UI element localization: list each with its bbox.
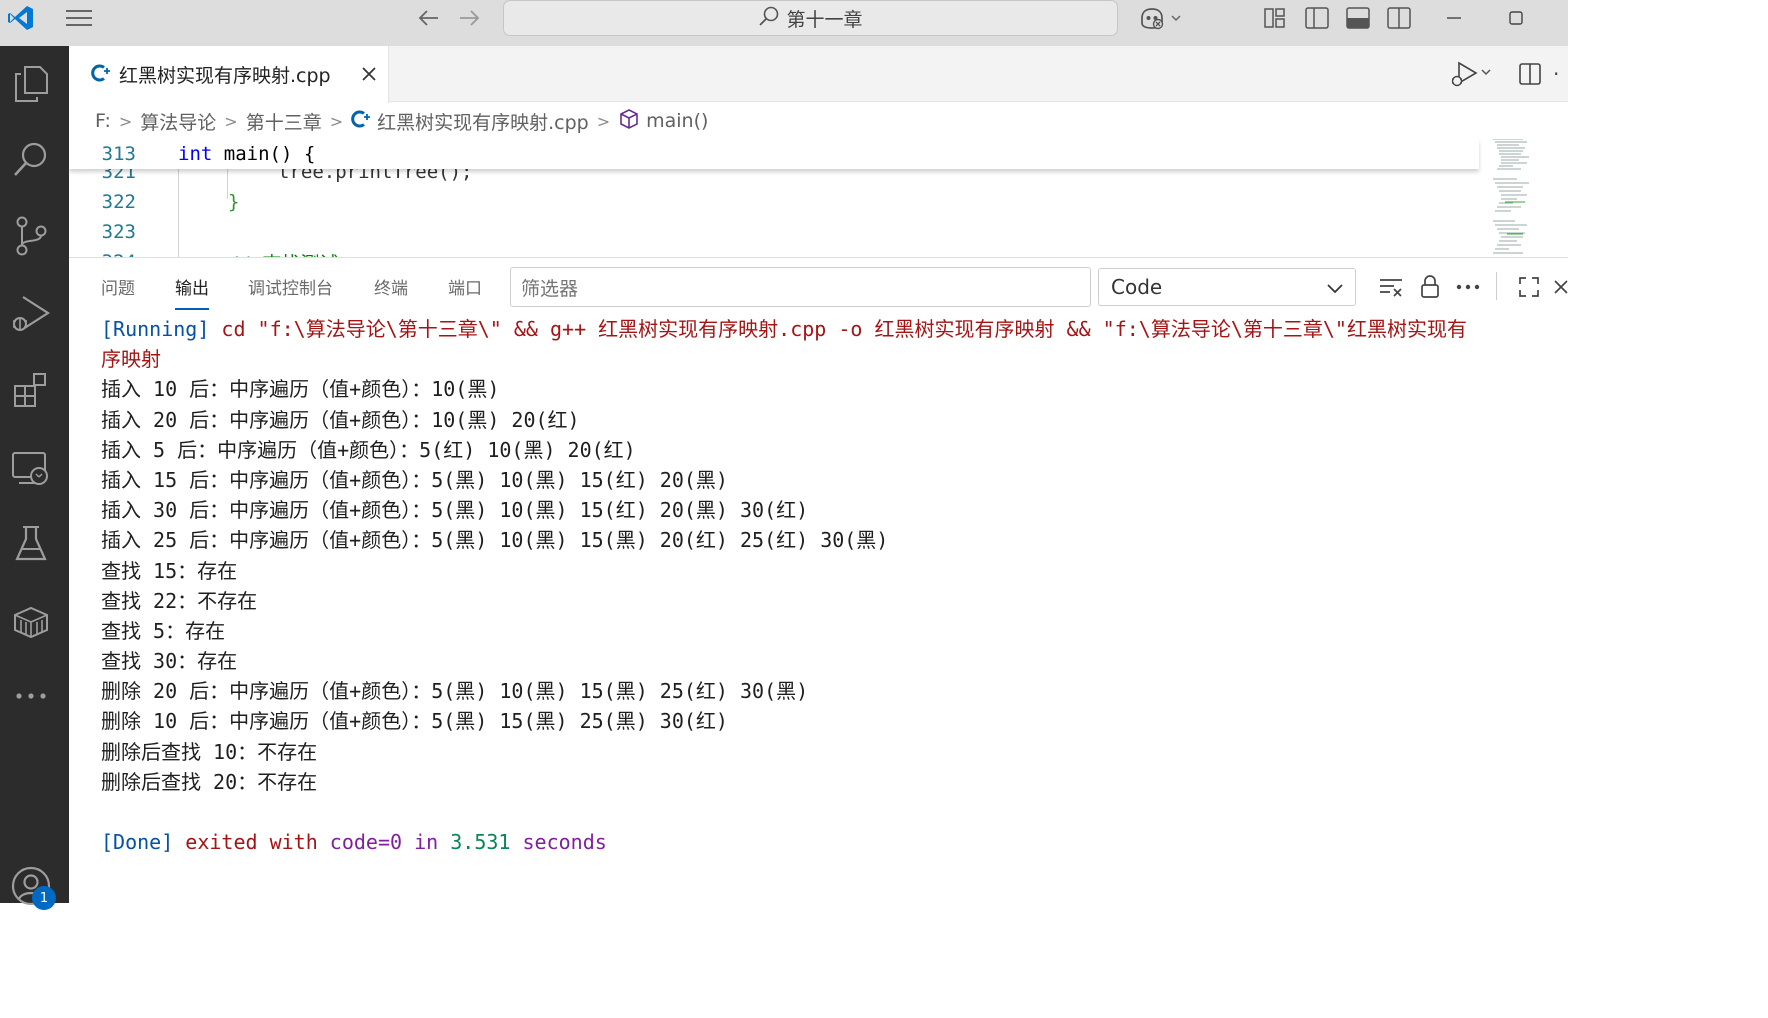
code-text: int main() { bbox=[178, 143, 316, 165]
minimap[interactable] bbox=[1483, 139, 1563, 257]
forward-arrow-icon[interactable] bbox=[454, 0, 486, 36]
activity-bar bbox=[0, 46, 69, 906]
cube-icon bbox=[618, 108, 640, 135]
chevron-right-icon: > bbox=[596, 111, 611, 131]
remote-explorer-icon[interactable] bbox=[0, 440, 62, 496]
tab-problems[interactable]: 问题 bbox=[101, 274, 135, 304]
output-line: 查找 5：存在 bbox=[101, 618, 226, 643]
menu-icon[interactable] bbox=[60, 0, 98, 36]
output-line-running-wrap: 序映射 bbox=[101, 347, 161, 372]
back-arrow-icon[interactable] bbox=[412, 0, 444, 36]
sticky-scroll-line[interactable]: 313 int main() { bbox=[69, 139, 1479, 169]
close-icon[interactable] bbox=[355, 60, 383, 88]
split-editor-icon[interactable] bbox=[1513, 56, 1547, 92]
extensions-icon[interactable] bbox=[0, 362, 62, 418]
more-actions-icon[interactable] bbox=[1453, 272, 1483, 302]
output-line: 插入 30 后：中序遍历（值+颜色）：5(黑) 10(黑) 15(红) 20(黑… bbox=[101, 498, 809, 523]
explorer-icon[interactable] bbox=[0, 56, 62, 112]
customize-layout-icon[interactable] bbox=[1258, 0, 1292, 36]
code-line: 322 } bbox=[101, 191, 240, 213]
clear-output-icon[interactable] bbox=[1376, 272, 1406, 302]
more-views-icon[interactable] bbox=[0, 668, 62, 724]
code-editor[interactable]: 313 int main() { 321 tree.printTree(); 3… bbox=[69, 139, 1568, 257]
toggle-panel-icon[interactable] bbox=[1341, 0, 1375, 36]
breadcrumb-drive[interactable]: F: bbox=[95, 110, 111, 132]
tab-ports[interactable]: 端口 bbox=[448, 274, 482, 304]
output-line: 插入 20 后：中序遍历（值+颜色）：10(黑) 20(红) bbox=[101, 407, 580, 432]
breadcrumb-folder[interactable]: 算法导论 bbox=[140, 108, 216, 135]
output-line: 删除后查找 20：不存在 bbox=[101, 769, 318, 794]
chevron-down-icon bbox=[1325, 278, 1345, 303]
line-number: 313 bbox=[101, 143, 136, 165]
copilot-icon[interactable] bbox=[1136, 0, 1186, 36]
output-line: 查找 15：存在 bbox=[101, 558, 238, 583]
code-line: 324 // 查找测试 bbox=[69, 247, 1479, 257]
toggle-primary-sidebar-icon[interactable] bbox=[1300, 0, 1334, 36]
output-line-done: [Done] exited with code=0 in 3.531 secon… bbox=[101, 830, 607, 855]
search-text: 第十一章 bbox=[786, 8, 863, 31]
title-bar: 第十一章 bbox=[0, 0, 1568, 46]
tab-debug-console[interactable]: 调试控制台 bbox=[248, 274, 333, 304]
chevron-right-icon: > bbox=[329, 111, 344, 131]
cpp-file-icon bbox=[351, 109, 371, 134]
run-debug-icon[interactable] bbox=[0, 286, 62, 342]
output-line: 删除 20 后：中序遍历（值+颜色）：5(黑) 10(黑) 15(黑) 25(红… bbox=[101, 679, 809, 704]
editor-tab-bar: 红黑树实现有序映射.cpp · bbox=[69, 46, 1568, 103]
output-line: 插入 15 后：中序遍历（值+颜色）：5(黑) 10(黑) 15(红) 20(黑… bbox=[101, 467, 728, 492]
tab-label: 红黑树实现有序映射.cpp bbox=[119, 65, 331, 87]
output-log[interactable]: [Running] cd "f:\算法导论\第十三章\" && g++ 红黑树实… bbox=[101, 314, 1568, 857]
accounts-badge: 1 bbox=[32, 886, 56, 910]
output-line: 插入 25 后：中序遍历（值+颜色）：5(黑) 10(黑) 15(黑) 20(红… bbox=[101, 528, 889, 553]
output-channel-select[interactable]: Code bbox=[1098, 268, 1356, 306]
containers-icon[interactable] bbox=[0, 594, 62, 650]
chevron-right-icon: > bbox=[118, 111, 133, 131]
chevron-right-icon: > bbox=[224, 111, 238, 131]
output-line: 插入 10 后：中序遍历（值+颜色）：10(黑) bbox=[101, 377, 500, 402]
command-center-search[interactable]: 第十一章 bbox=[503, 0, 1118, 36]
breadcrumb-symbol[interactable]: main() bbox=[618, 108, 708, 135]
vscode-logo-icon[interactable] bbox=[2, 0, 40, 36]
search-icon bbox=[758, 5, 780, 31]
minimize-icon[interactable] bbox=[1436, 0, 1472, 36]
tab-output[interactable]: 输出 bbox=[175, 274, 209, 310]
output-line: 查找 22：不存在 bbox=[101, 588, 258, 613]
maximize-icon[interactable] bbox=[1498, 0, 1534, 36]
tab-file[interactable]: 红黑树实现有序映射.cpp bbox=[69, 46, 389, 103]
search-sidebar-icon[interactable] bbox=[0, 132, 62, 188]
close-panel-icon[interactable] bbox=[1553, 272, 1569, 302]
breadcrumb-file-label: 红黑树实现有序映射.cpp bbox=[377, 111, 589, 134]
output-line: 查找 30：存在 bbox=[101, 649, 238, 674]
bottom-panel: 问题 输出 调试控制台 终端 端口 筛选器 Code [Running] cd … bbox=[69, 257, 1568, 903]
breadcrumb-file[interactable]: 红黑树实现有序映射.cpp bbox=[351, 108, 589, 135]
output-line: 插入 5 后：中序遍历（值+颜色）：5(红) 10(黑) 20(红) bbox=[101, 437, 636, 462]
output-line: 删除 10 后：中序遍历（值+颜色）：5(黑) 15(黑) 25(黑) 30(红… bbox=[101, 709, 728, 734]
code-line: 323 bbox=[101, 221, 136, 243]
breadcrumb: F: > 算法导论 > 第十三章 > 红黑树实现有序映射.cpp > main(… bbox=[69, 103, 1568, 139]
lock-scroll-icon[interactable] bbox=[1415, 272, 1445, 302]
maximize-panel-icon[interactable] bbox=[1514, 272, 1544, 302]
cpp-file-icon bbox=[91, 63, 111, 87]
breadcrumb-symbol-label: main() bbox=[646, 110, 709, 132]
toggle-secondary-sidebar-icon[interactable] bbox=[1382, 0, 1416, 36]
output-line-running: [Running] cd "f:\算法导论\第十三章\" && g++ 红黑树实… bbox=[101, 317, 1467, 341]
output-filter-input[interactable]: 筛选器 bbox=[510, 267, 1091, 307]
output-channel-value: Code bbox=[1111, 275, 1163, 299]
run-code-button[interactable] bbox=[1447, 56, 1497, 92]
testing-icon[interactable] bbox=[0, 516, 62, 572]
more-actions-icon[interactable]: · bbox=[1553, 56, 1573, 92]
source-control-icon[interactable] bbox=[0, 208, 62, 264]
output-line: 删除后查找 10：不存在 bbox=[101, 739, 318, 764]
divider bbox=[1496, 272, 1497, 300]
breadcrumb-subfolder[interactable]: 第十三章 bbox=[246, 108, 322, 135]
tab-terminal[interactable]: 终端 bbox=[374, 274, 408, 304]
